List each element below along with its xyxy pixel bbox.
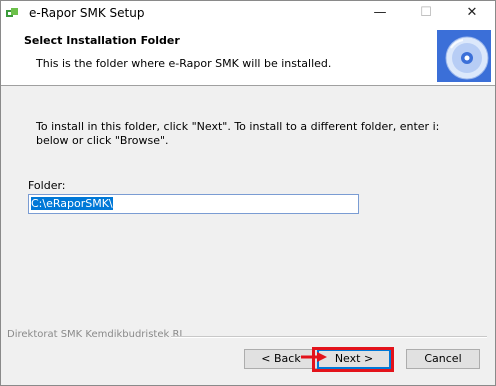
red-arrow-icon — [301, 352, 327, 362]
setup-window: e-Rapor SMK Setup — ☐ ✕ Select Installat… — [0, 0, 496, 386]
folder-label: Folder: — [28, 179, 66, 192]
title-bar[interactable]: e-Rapor SMK Setup — ☐ ✕ — [1, 1, 495, 27]
header-banner: Select Installation Folder This is the f… — [1, 27, 495, 86]
footer-divider — [171, 336, 487, 338]
branding-text: Direktorat SMK Kemdikbudristek RI — [7, 329, 183, 340]
folder-input-value: C:\eRaporSMK\ — [31, 197, 113, 210]
minimize-button[interactable]: — — [357, 1, 403, 27]
content-panel: To install in this folder, click "Next".… — [23, 101, 475, 331]
close-button[interactable]: ✕ — [449, 1, 495, 27]
page-subtitle: This is the folder where e-Rapor SMK wil… — [36, 57, 332, 70]
window-title: e-Rapor SMK Setup — [29, 6, 145, 20]
folder-input[interactable]: C:\eRaporSMK\ — [28, 194, 359, 214]
instruction-text: To install in this folder, click "Next".… — [36, 120, 440, 147]
install-disc-icon — [437, 30, 491, 82]
app-icon — [6, 8, 18, 17]
page-title: Select Installation Folder — [24, 34, 180, 47]
maximize-button: ☐ — [420, 5, 432, 20]
cancel-button[interactable]: Cancel — [406, 349, 480, 369]
